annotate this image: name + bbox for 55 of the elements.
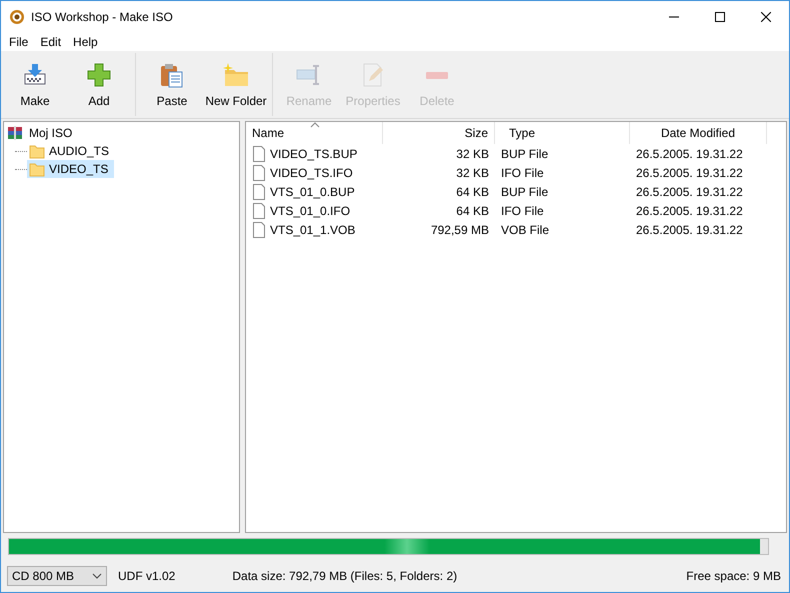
app-logo-icon [9, 8, 25, 24]
media-dropdown[interactable]: CD 800 MB [7, 566, 107, 586]
column-header[interactable]: Date Modified [630, 122, 767, 144]
toolbar-button[interactable]: Paste [140, 51, 204, 118]
menu-item[interactable]: File [3, 34, 34, 48]
menu-item[interactable]: Help [67, 34, 104, 48]
table-cell-text: BUP File [500, 146, 550, 160]
file-icon [252, 202, 266, 218]
tree-item[interactable]: Moj ISO [27, 126, 74, 140]
table-cell: VIDEO_TS.BUP [270, 146, 358, 160]
tree-item[interactable]: AUDIO_TS [27, 142, 116, 160]
table-cell: VTS_01_0.BUP [270, 184, 355, 198]
column-header[interactable]: Size [383, 122, 495, 144]
disc-download-icon [22, 62, 48, 88]
table-cell-text: 26.5.2005. 19.31.22 [635, 184, 744, 198]
folder-icon [223, 62, 249, 88]
table-cell-text: 64 KB [455, 184, 490, 198]
toolbar-button[interactable]: Add [67, 51, 131, 118]
chevron-down-icon [92, 573, 102, 579]
table-cell-text: 26.5.2005. 19.31.22 [635, 222, 744, 236]
toolbar-button[interactable]: New Folder [204, 51, 268, 118]
table-cell-text: 26.5.2005. 19.31.22 [635, 166, 744, 180]
table-cell-text: 32 KB [455, 146, 490, 160]
table-cell-text: IFO File [500, 204, 545, 218]
menu-item[interactable]: Edit [34, 34, 68, 48]
tree-item[interactable]: VIDEO_TS [27, 160, 114, 178]
table-cell-text: 26.5.2005. 19.31.22 [635, 146, 744, 160]
table-cell-text: BUP File [500, 184, 550, 198]
table-cell-text: 32 KB [455, 166, 490, 180]
table-cell-text: 64 KB [455, 204, 490, 218]
plus-icon [86, 62, 112, 88]
table-cell-text: 792,59 MB [430, 222, 490, 236]
close-icon [761, 12, 771, 22]
file-icon [252, 222, 266, 238]
table-cell: VTS_01_1.VOB [270, 222, 356, 236]
archive-books-icon [7, 125, 23, 141]
file-icon [252, 146, 266, 162]
column-header[interactable]: Type [495, 122, 630, 144]
minus-icon [426, 72, 448, 78]
column-header[interactable]: Name [246, 122, 383, 144]
folder-icon [29, 161, 45, 177]
data-size-label: Data size: 792,79 MB (Files: 5, Folders: 2) [232, 569, 458, 583]
file-icon [252, 164, 266, 180]
table-cell: VIDEO_TS.IFO [270, 166, 353, 180]
table-cell-text: 26.5.2005. 19.31.22 [635, 204, 744, 218]
file-icon [252, 184, 266, 200]
table-cell: VTS_01_0.IFO [270, 204, 350, 218]
format-label: UDF v1.02 [118, 569, 176, 583]
table-cell-text: IFO File [500, 166, 545, 180]
maximize-icon [715, 12, 725, 22]
table-cell-text: VOB File [500, 222, 550, 236]
free-space-label: Free space: 9 MB [686, 569, 781, 583]
toolbar-button[interactable]: Make [3, 51, 67, 118]
window-title: ISO Workshop - Make ISO [31, 10, 173, 24]
clipboard-icon [159, 62, 185, 88]
